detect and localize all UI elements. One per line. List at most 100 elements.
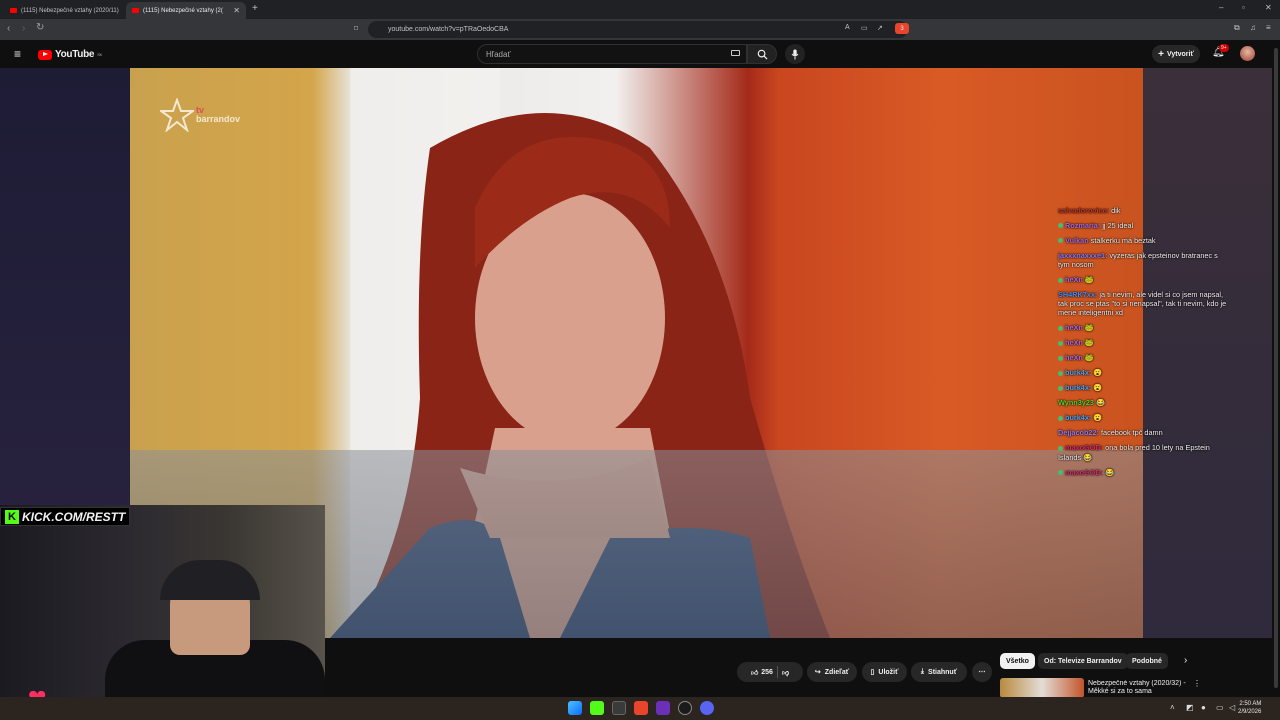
- brave-browser-icon[interactable]: [634, 701, 648, 715]
- voice-search-button[interactable]: [785, 44, 805, 64]
- chat-message: jaxxxnaxxxe1: vyzeras jak epsteinov brat…: [1058, 251, 1228, 269]
- tray-app-icon[interactable]: ◩: [1186, 703, 1194, 712]
- taskbar-clock[interactable]: 2:50 AM 2/9/2026: [1238, 700, 1261, 716]
- chat-badge-icon: [1058, 340, 1063, 346]
- bookmark-icon[interactable]: ⌑: [354, 24, 358, 33]
- save-button[interactable]: ▯ Uložiť: [862, 662, 907, 682]
- scrollbar-thumb[interactable]: [1274, 48, 1278, 688]
- chip-label: Od: Televize Barrandov: [1044, 657, 1122, 665]
- terminal-app-icon[interactable]: [612, 701, 626, 715]
- related-video-title[interactable]: Nebezpečné vztahy (2020/32) - Měkké si z…: [1088, 680, 1188, 697]
- chat-message: heXn 🐸: [1058, 323, 1228, 332]
- search-button[interactable]: [747, 44, 777, 64]
- chat-text: facebook tpč damn: [1101, 428, 1163, 438]
- browser-tab-active[interactable]: (1115) Nebezpečné vztahy (2( ✕: [126, 2, 246, 19]
- clock-time: 2:50 AM: [1239, 701, 1262, 707]
- chat-overlay: salvadorovice: dik Rozmaria: jj 25 ideal V…: [1058, 200, 1228, 483]
- chat-message: salvadorovice: dik: [1058, 206, 1228, 215]
- related-video-menu-icon[interactable]: ⋮: [1193, 679, 1201, 688]
- chat-text: 🐸: [1084, 323, 1094, 333]
- like-button[interactable]: 👍︎ 256: [751, 668, 773, 677]
- extensions-icon[interactable]: ⧉: [1234, 23, 1240, 33]
- youtube-header: ≡ YouTube SK Hľadať + Vytvoriť 🔔︎ 9+: [0, 40, 1280, 68]
- chat-username: Vulkan: [1065, 235, 1089, 245]
- chip-label: Podobné: [1132, 657, 1162, 665]
- minimize-icon[interactable]: –: [1219, 3, 1223, 12]
- chrome-app-icon[interactable]: [678, 701, 692, 715]
- youtube-logo[interactable]: YouTube SK: [38, 49, 102, 60]
- reload-icon[interactable]: ↻: [36, 22, 44, 33]
- hamburger-menu-icon[interactable]: ≡: [14, 47, 21, 61]
- discord-app-icon[interactable]: [700, 701, 714, 715]
- chat-text: jj 25 ideal: [1102, 220, 1134, 230]
- chat-message: Wynn3y23 😂: [1058, 398, 1228, 407]
- create-button[interactable]: + Vytvoriť: [1152, 45, 1200, 63]
- more-actions-button[interactable]: ⋯: [972, 662, 992, 682]
- translate-icon[interactable]: A: [845, 24, 850, 31]
- brave-shield-icon[interactable]: 3: [895, 23, 909, 34]
- chat-username: maxoGOD:: [1065, 443, 1104, 453]
- menu-icon[interactable]: ≡: [1266, 23, 1271, 32]
- kick-app-icon[interactable]: [590, 701, 604, 715]
- chat-username: Dejjacob22:: [1058, 428, 1099, 438]
- chat-text: 🐸: [1084, 275, 1094, 284]
- chat-badge-icon: [1058, 470, 1063, 476]
- cast-icon[interactable]: ▭: [861, 24, 868, 32]
- plus-icon: +: [1158, 48, 1164, 60]
- chip-all[interactable]: Všetko: [1000, 653, 1035, 669]
- volume-icon[interactable]: ◁: [1229, 703, 1235, 712]
- chat-badge-icon: [1058, 385, 1063, 391]
- new-tab-icon[interactable]: +: [252, 3, 258, 14]
- keyboard-icon[interactable]: [731, 50, 740, 56]
- tray-overflow-icon[interactable]: ˄: [1170, 703, 1175, 712]
- microphone-icon: [791, 49, 799, 59]
- region-code: SK: [97, 52, 102, 57]
- thumbs-up-icon: 👍︎: [750, 669, 759, 677]
- chat-text: 🐸: [1084, 338, 1094, 348]
- bookmark-icon: ▯: [870, 669, 875, 676]
- kick-logo-icon: K: [5, 509, 19, 524]
- tray-mic-icon[interactable]: ●: [1201, 703, 1206, 712]
- chip-next-icon[interactable]: ›: [1184, 655, 1187, 666]
- chat-username: maxoGOD:: [1065, 467, 1104, 477]
- url-text: youtube.com/watch?v=pTRaOedoCBA: [388, 26, 509, 33]
- chat-message: Dejjacob22: facebook tpč damn: [1058, 428, 1228, 437]
- back-icon[interactable]: ‹: [7, 23, 10, 34]
- divider: [776, 666, 778, 678]
- network-icon[interactable]: ▭: [1216, 703, 1224, 712]
- url-input[interactable]: youtube.com/watch?v=pTRaOedoCBA: [368, 21, 908, 38]
- chip-channel[interactable]: Od: Televize Barrandov: [1038, 653, 1128, 669]
- chat-message: burk4x: 😮: [1058, 383, 1228, 392]
- window-close-icon[interactable]: ✕: [1265, 3, 1272, 12]
- related-video-thumbnail[interactable]: [1000, 678, 1084, 698]
- chat-username: jaxxxnaxxxe1:: [1058, 250, 1108, 260]
- tab-close-icon[interactable]: ✕: [233, 6, 240, 15]
- download-label: Stiahnuť: [928, 668, 958, 676]
- chat-badge-icon: [1058, 238, 1063, 244]
- chat-message: SH4RK7xx: ja ti nevim, ale videl si co j…: [1058, 290, 1228, 318]
- search-input[interactable]: Hľadať: [477, 44, 747, 64]
- browser-tab[interactable]: (1115) Nebezpečné vztahy (2020/11): [4, 2, 122, 19]
- chat-text: 😮: [1093, 368, 1103, 378]
- share-button[interactable]: ↪ Zdieľať: [807, 662, 857, 682]
- chat-badge-icon: [1058, 415, 1063, 421]
- notification-badge: 9+: [1219, 44, 1229, 52]
- avatar[interactable]: [1240, 46, 1255, 61]
- share-icon: ↪: [814, 669, 821, 676]
- chat-username: Rozmaria:: [1065, 220, 1101, 230]
- dislike-button[interactable]: 👎︎: [782, 668, 789, 677]
- maximize-icon[interactable]: ▫: [1242, 3, 1245, 12]
- media-icon[interactable]: ♫: [1250, 23, 1256, 32]
- download-button[interactable]: ⤓ Stiahnuť: [911, 662, 967, 682]
- youtube-play-icon: [38, 49, 52, 60]
- chat-text: 😮: [1093, 383, 1103, 393]
- obs-app-icon[interactable]: [656, 701, 670, 715]
- forward-icon[interactable]: ›: [22, 23, 25, 34]
- chat-message: burk4x: 😮: [1058, 413, 1228, 422]
- youtube-favicon-icon: [10, 8, 17, 13]
- windows-start-icon[interactable]: [568, 701, 582, 715]
- chat-badge-icon: [1058, 223, 1063, 229]
- share-page-icon[interactable]: ↗: [877, 24, 883, 32]
- chip-similar[interactable]: Podobné: [1126, 653, 1168, 669]
- thumbs-down-icon: 👎︎: [781, 669, 790, 677]
